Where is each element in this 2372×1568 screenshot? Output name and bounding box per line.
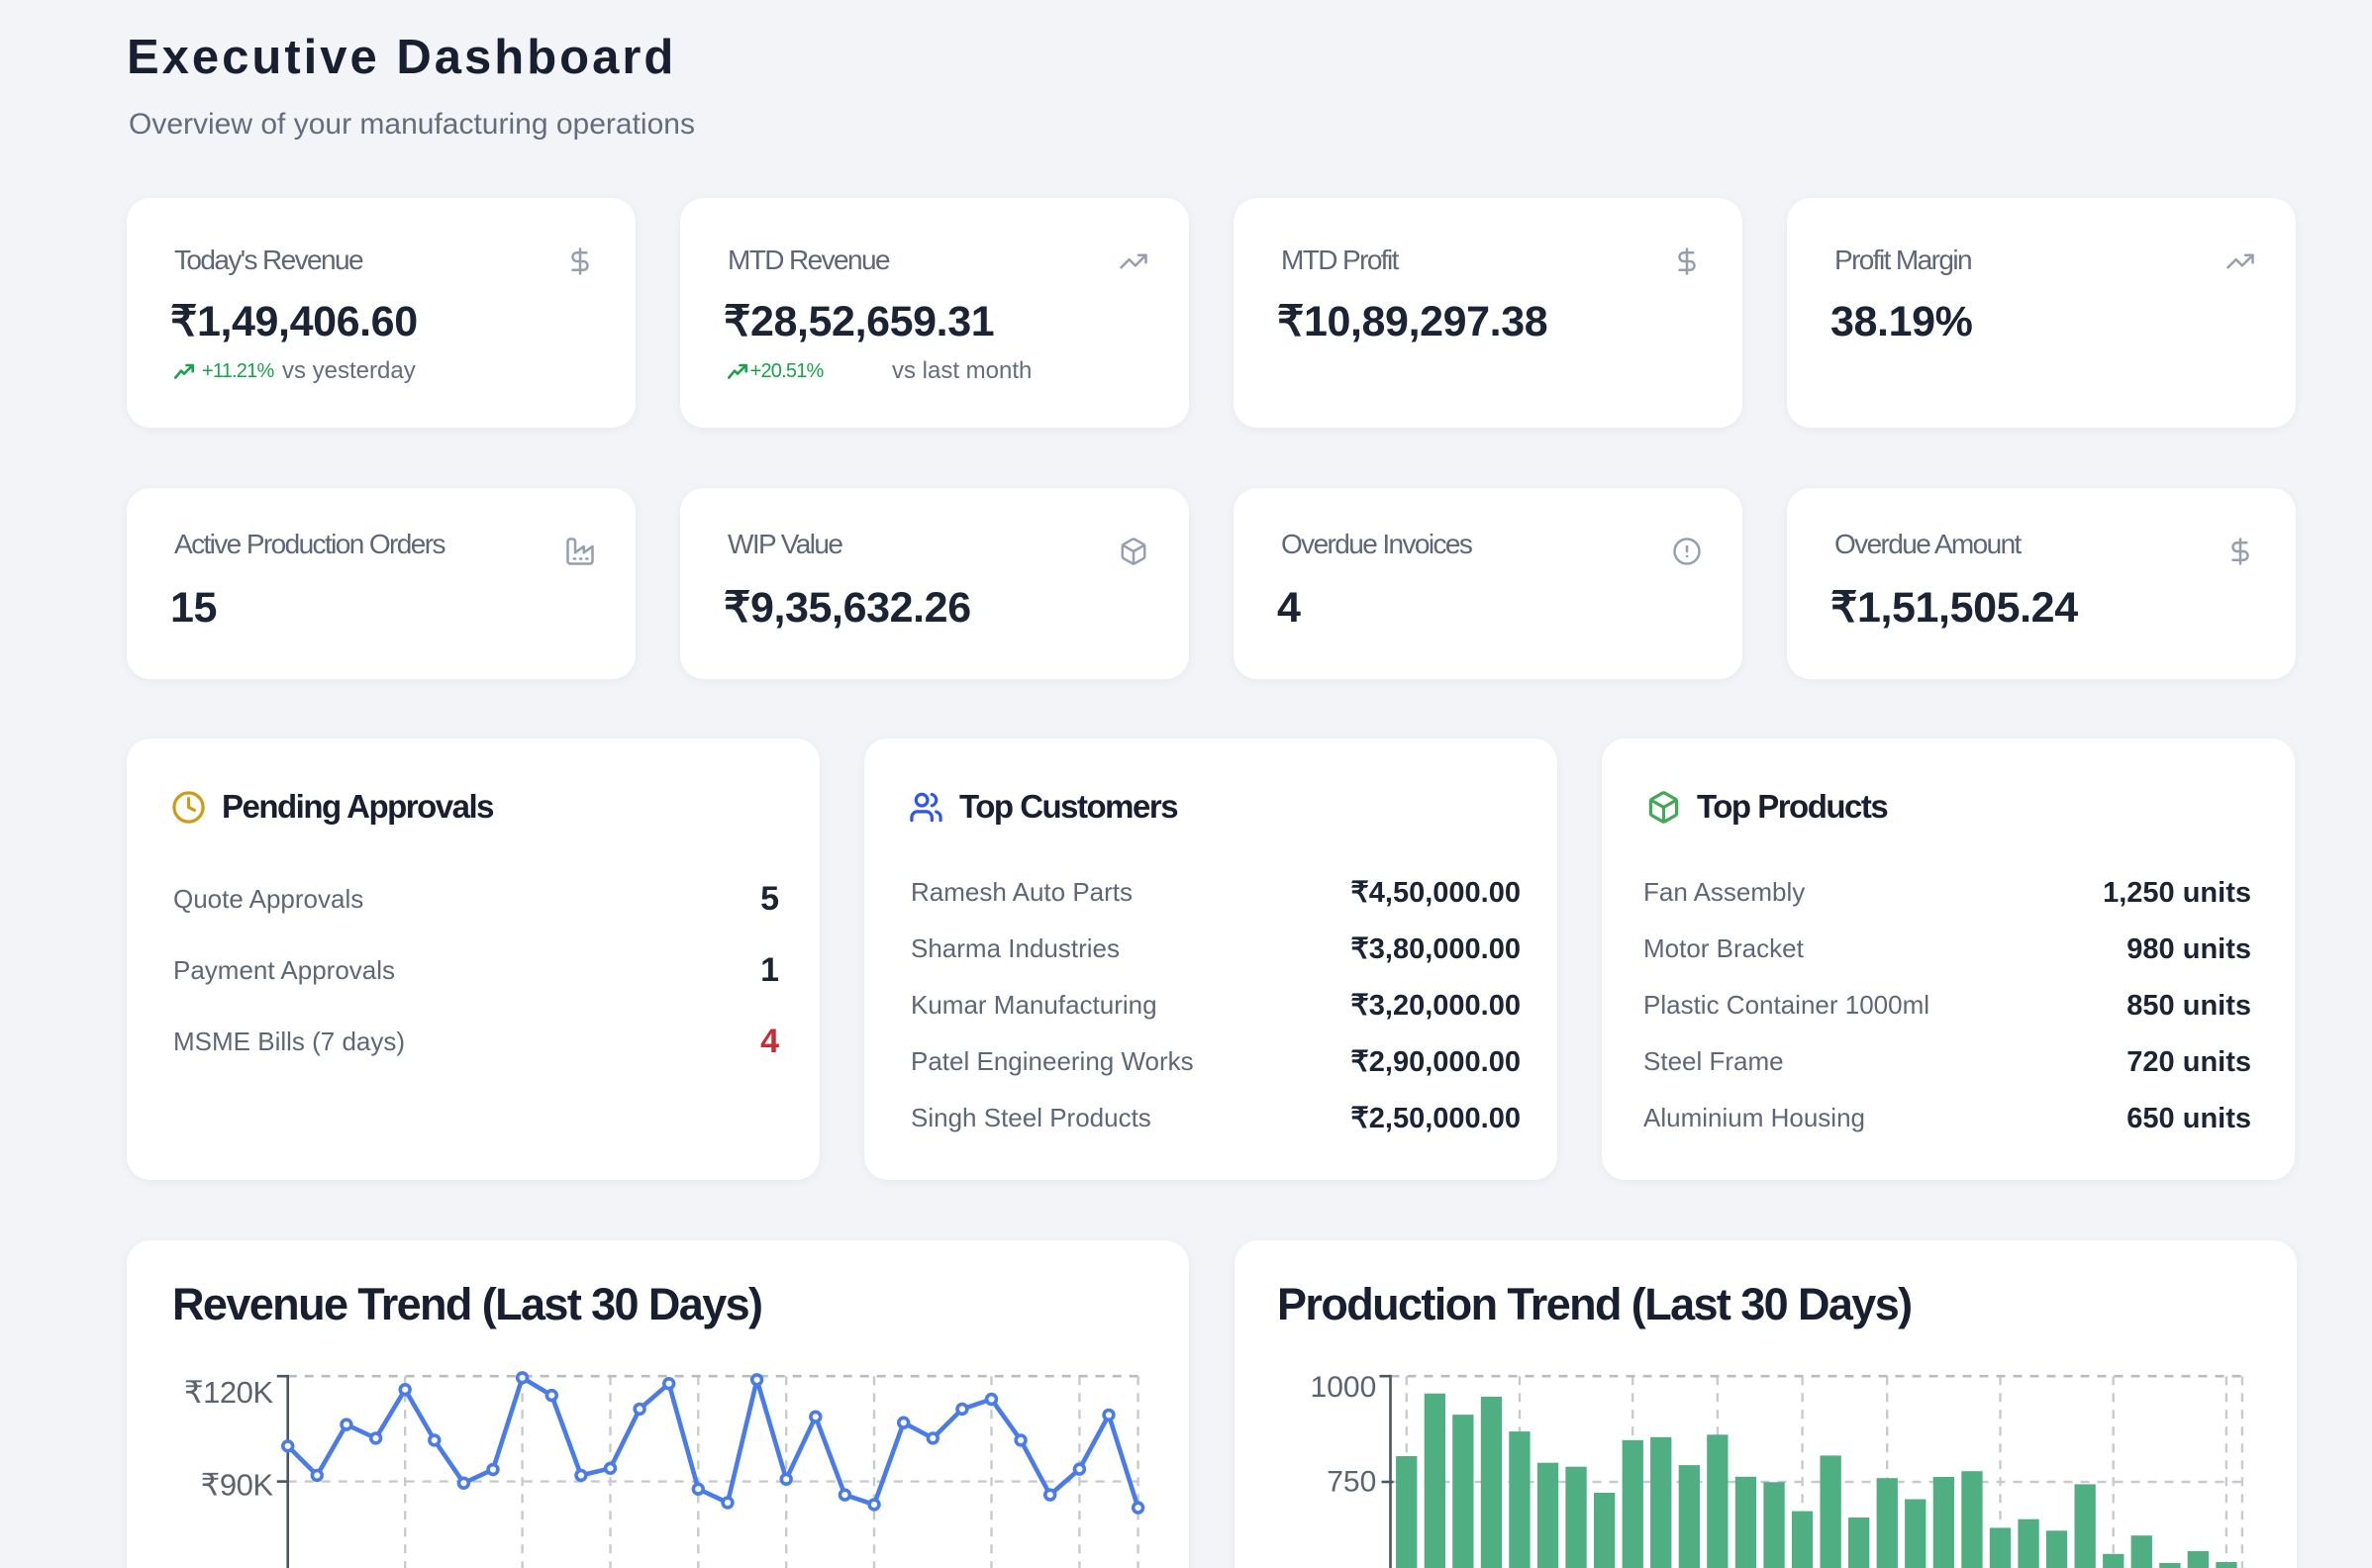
svg-text:₹120K: ₹120K [184,1375,273,1410]
svg-text:1000: 1000 [1311,1371,1377,1404]
svg-text:750: 750 [1327,1466,1376,1499]
svg-text:₹90K: ₹90K [201,1468,274,1503]
